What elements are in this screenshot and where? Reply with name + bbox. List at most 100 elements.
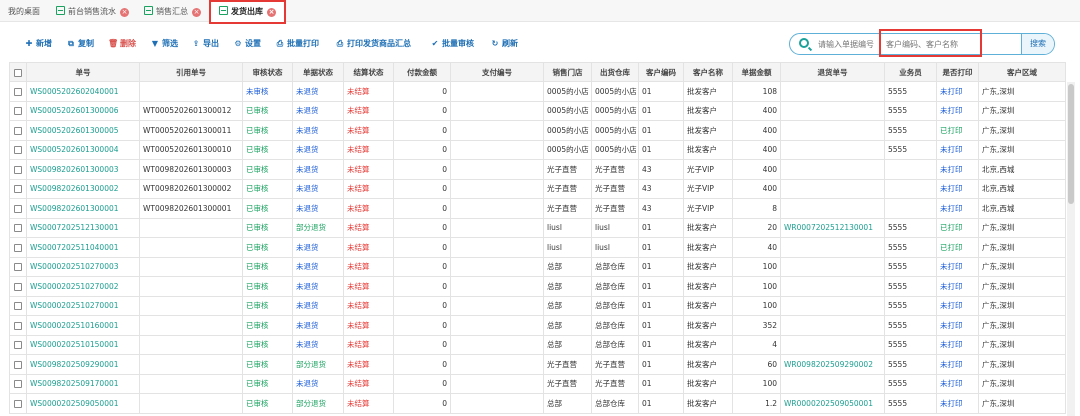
row-checkbox[interactable] — [9, 139, 27, 160]
tab-shipment-outbound[interactable]: 发货出库 × — [209, 0, 286, 24]
column-header[interactable]: 退货单号 — [780, 62, 885, 82]
row-checkbox[interactable] — [9, 237, 27, 258]
column-header[interactable]: 业务员 — [884, 62, 937, 82]
table-cell: 5555 — [884, 295, 937, 316]
row-checkbox[interactable] — [9, 81, 27, 102]
refresh-icon: ↻ — [491, 39, 499, 48]
column-header[interactable]: 是否打印 — [936, 62, 979, 82]
tab-sales-summary[interactable]: 销售汇总 × — [136, 2, 209, 22]
row-checkbox[interactable] — [9, 276, 27, 297]
table-cell[interactable]: WS0000202510270001 — [26, 295, 140, 316]
column-header[interactable]: 付款金额 — [393, 62, 451, 82]
table-cell[interactable]: WS0000202509050001 — [26, 393, 140, 414]
column-header[interactable]: 引用单号 — [139, 62, 243, 82]
table-cell[interactable]: WS0005202602040001 — [26, 81, 140, 102]
table-cell — [450, 81, 544, 102]
column-header[interactable]: 客户编码 — [638, 62, 684, 82]
column-header[interactable]: 单号 — [26, 62, 140, 82]
column-header[interactable]: 单据状态 — [292, 62, 344, 82]
table-row[interactable]: WS0005202601300006 WT0005202601300012 已审核未… — [9, 100, 1066, 121]
table-cell[interactable]: WS0000202510270002 — [26, 276, 140, 297]
table-row[interactable]: WS0098202601300002 WT0098202601300002 已审核未… — [9, 178, 1066, 199]
row-checkbox[interactable] — [9, 295, 27, 316]
table-cell[interactable]: WR0000202509050001 — [780, 393, 885, 414]
table-cell[interactable]: WS0098202601300002 — [26, 178, 140, 199]
row-checkbox[interactable] — [9, 256, 27, 277]
table-cell[interactable]: WS0005202601300004 — [26, 139, 140, 160]
print-summary-button[interactable]: ⎙ 打印发货商品汇总 — [335, 37, 411, 51]
row-checkbox[interactable] — [9, 373, 27, 394]
table-row[interactable]: WS0098202601300001 WT0098202601300001 已审核未… — [9, 198, 1066, 219]
settings-button[interactable]: ⚙ 设置 — [233, 37, 261, 51]
table-cell[interactable]: WS0000202510160001 — [26, 315, 140, 336]
table-cell — [450, 217, 544, 238]
table-cell[interactable]: WS0098202601300001 — [26, 198, 140, 219]
table-cell[interactable]: WS0000202510150001 — [26, 334, 140, 355]
refresh-button[interactable]: ↻ 刷新 — [490, 37, 518, 51]
table-cell[interactable]: WR0007202512130001 — [780, 217, 885, 238]
column-header[interactable]: 客户名称 — [683, 62, 733, 82]
batch-review-button[interactable]: ✔ 批量审核 — [430, 37, 474, 51]
table-cell: 0 — [393, 256, 451, 277]
table-cell[interactable]: WS0098202509290001 — [26, 354, 140, 375]
table-row[interactable]: WS0000202510160001 已审核 未退货 未结算 0 总部 总部仓库 01 批发客户… — [9, 315, 1066, 336]
row-checkbox[interactable] — [9, 178, 27, 199]
table-row[interactable]: WS0005202601300004 WT0005202601300010 已审核未… — [9, 139, 1066, 160]
vertical-scrollbar[interactable] — [1067, 82, 1075, 416]
table-row[interactable]: WS0000202509050001 已审核 部分退货 未结算 0 总部 总部仓库 01 批发客… — [9, 393, 1066, 414]
column-header[interactable]: 出货仓库 — [591, 62, 639, 82]
tab-front-sales-flow[interactable]: 前台销售流水 × — [48, 2, 137, 22]
select-all-checkbox[interactable] — [9, 62, 27, 82]
export-button[interactable]: ⇪ 导出 — [191, 37, 219, 51]
table-row[interactable]: WS0000202510270003 已审核 未退货 未结算 0 总部 总部仓库 01 批发客户… — [9, 256, 1066, 277]
table-row[interactable]: WS0000202510270001 已审核 未退货 未结算 0 总部 总部仓库 01 批发客户… — [9, 295, 1066, 316]
close-icon[interactable]: × — [120, 8, 129, 17]
table-cell[interactable]: WS0000202510270003 — [26, 256, 140, 277]
table-cell: 0005的小店 — [543, 81, 592, 102]
add-button[interactable]: ✚ 新增 — [24, 37, 52, 51]
table-row[interactable]: WS0000202510270002 已审核 未退货 未结算 0 总部 总部仓库 01 批发客户… — [9, 276, 1066, 297]
row-checkbox[interactable] — [9, 217, 27, 238]
table-row[interactable]: WS0007202512130001 已审核 部分退货 未结算 0 liusl liusl 0… — [9, 217, 1066, 238]
table-row[interactable]: WS0098202601300003 WT0098202601300003 已审核未… — [9, 159, 1066, 180]
table-cell[interactable]: WS0005202601300006 — [26, 100, 140, 121]
scrollbar-thumb[interactable] — [1068, 84, 1074, 204]
column-header[interactable]: 审核状态 — [242, 62, 293, 82]
table-row[interactable]: WS0098202509170001 已审核 未退货 未结算 0 光子直营 光子直营 01 批发… — [9, 373, 1066, 394]
table-row[interactable]: WS0000202510150001 已审核 未退货 未结算 0 总部 总部仓库 01 批发客户… — [9, 334, 1066, 355]
copy-button[interactable]: ⧉ 复制 — [66, 37, 94, 51]
column-header[interactable]: 结算状态 — [343, 62, 394, 82]
table-row[interactable]: WS0098202509290001 已审核 部分退货 未结算 0 光子直营 光子直营 01 批… — [9, 354, 1066, 375]
row-checkbox[interactable] — [9, 334, 27, 355]
table-cell[interactable]: WS0007202511040001 — [26, 237, 140, 258]
row-checkbox[interactable] — [9, 100, 27, 121]
column-header[interactable]: 客户区域 — [978, 62, 1066, 82]
table-cell — [139, 373, 243, 394]
table-cell[interactable]: WS0098202509170001 — [26, 373, 140, 394]
table-row[interactable]: WS0005202601300005 WT0005202601300011 已审核未… — [9, 120, 1066, 141]
batch-print-button[interactable]: ⎙ 批量打印 — [275, 37, 319, 51]
table-cell[interactable]: WS0005202601300005 — [26, 120, 140, 141]
column-header[interactable]: 支付编号 — [450, 62, 544, 82]
search-button[interactable]: 搜索 — [1021, 34, 1054, 54]
row-checkbox[interactable] — [9, 393, 27, 414]
table-cell[interactable]: WS0007202512130001 — [26, 217, 140, 238]
tab-my-desktop[interactable]: 我的桌面 — [0, 2, 48, 22]
doc-number-search-input[interactable] — [818, 38, 880, 51]
table-cell[interactable]: WS0098202601300003 — [26, 159, 140, 180]
row-checkbox[interactable] — [9, 198, 27, 219]
filter-button[interactable]: ▼ 筛选 — [150, 37, 178, 51]
table-row[interactable]: WS0005202602040001 未审核 未退货 未结算 0 0005的小店 0005的… — [9, 81, 1066, 102]
row-checkbox[interactable] — [9, 120, 27, 141]
close-icon[interactable]: × — [192, 8, 201, 17]
row-checkbox[interactable] — [9, 159, 27, 180]
table-cell[interactable]: WR0098202509290002 — [780, 354, 885, 375]
close-icon[interactable]: × — [267, 8, 276, 17]
row-checkbox[interactable] — [9, 315, 27, 336]
delete-button[interactable]: 🗑 删除 — [108, 37, 136, 51]
column-header[interactable]: 销售门店 — [543, 62, 592, 82]
table-cell: 未结算 — [343, 334, 394, 355]
row-checkbox[interactable] — [9, 354, 27, 375]
table-row[interactable]: WS0007202511040001 已审核 未退货 未结算 0 liusl liusl 01… — [9, 237, 1066, 258]
column-header[interactable]: 单据金额 — [732, 62, 781, 82]
